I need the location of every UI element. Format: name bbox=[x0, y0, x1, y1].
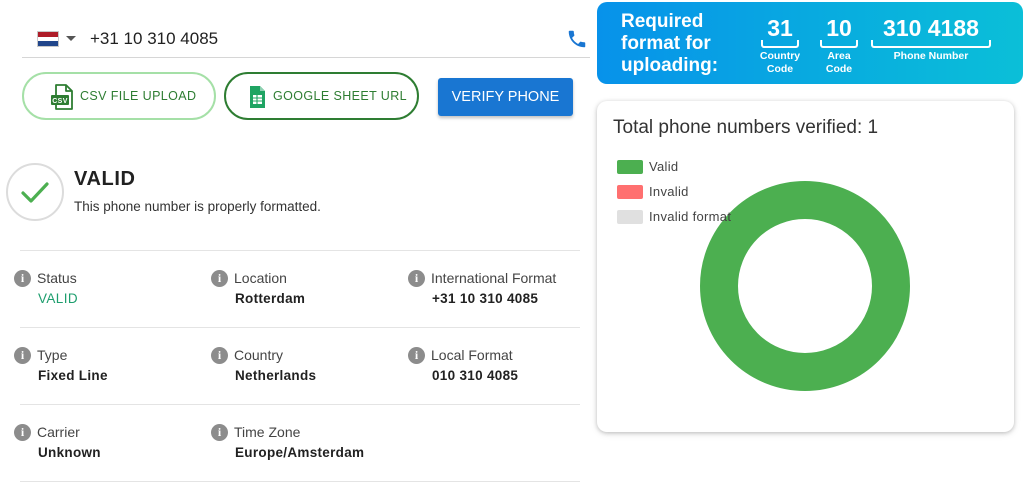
detail-type: i Type Fixed Line bbox=[14, 346, 204, 396]
detail-value: Europe/Amsterdam bbox=[235, 445, 365, 460]
detail-label: Local Format bbox=[431, 347, 513, 363]
legend-swatch bbox=[617, 185, 643, 199]
detail-label: International Format bbox=[431, 270, 557, 286]
detail-value: 010 310 4085 bbox=[432, 368, 519, 383]
verify-phone-button[interactable]: VERIFY PHONE bbox=[438, 78, 573, 116]
google-sheet-url-button[interactable]: GOOGLE SHEET URL bbox=[224, 72, 419, 120]
detail-time-zone: i Time Zone Europe/Amsterdam bbox=[211, 423, 401, 473]
area-code-part: 10 Area Code bbox=[815, 16, 863, 76]
phone-icon[interactable] bbox=[566, 28, 588, 50]
detail-label: Time Zone bbox=[234, 424, 301, 440]
format-part-number: 31 bbox=[767, 15, 793, 41]
legend-swatch bbox=[617, 160, 643, 174]
format-part-number: 10 bbox=[826, 15, 852, 41]
format-part-number: 310 4188 bbox=[883, 15, 979, 41]
detail-value: Rotterdam bbox=[235, 291, 306, 306]
info-icon: i bbox=[211, 270, 228, 287]
format-brace bbox=[761, 40, 799, 48]
required-format-banner: Required format for uploading: 31 Countr… bbox=[597, 2, 1023, 84]
detail-value: Fixed Line bbox=[38, 368, 108, 383]
divider bbox=[20, 404, 580, 405]
country-code-part: 31 Country Code bbox=[755, 16, 805, 76]
format-part-label: Country Code bbox=[759, 50, 801, 75]
detail-country: i Country Netherlands bbox=[211, 346, 401, 396]
svg-text:CSV: CSV bbox=[52, 98, 68, 105]
phone-number-part: 310 4188 Phone Number bbox=[871, 16, 991, 63]
legend-label: Invalid format bbox=[649, 209, 732, 224]
detail-value: Unknown bbox=[38, 445, 101, 460]
csv-file-icon: CSV bbox=[51, 84, 73, 110]
detail-label: Status bbox=[37, 270, 77, 286]
banner-title: Required format for uploading: bbox=[621, 11, 719, 76]
csv-upload-label: CSV FILE UPLOAD bbox=[80, 89, 197, 103]
format-part-label: Phone Number bbox=[893, 50, 969, 62]
detail-status: i Status VALID bbox=[14, 269, 204, 319]
detail-label: Country bbox=[234, 347, 284, 363]
divider bbox=[20, 327, 580, 328]
divider bbox=[20, 481, 580, 482]
info-icon: i bbox=[14, 424, 31, 441]
info-icon: i bbox=[211, 347, 228, 364]
google-sheet-icon bbox=[250, 86, 265, 108]
detail-label: Location bbox=[234, 270, 287, 286]
detail-value: VALID bbox=[38, 291, 79, 306]
info-icon: i bbox=[211, 424, 228, 441]
caret-down-icon[interactable] bbox=[66, 36, 76, 41]
detail-location: i Location Rotterdam bbox=[211, 269, 401, 319]
legend-label: Valid bbox=[649, 159, 679, 174]
result-title: VALID bbox=[74, 168, 136, 190]
legend-label: Invalid bbox=[649, 184, 689, 199]
donut-slice-valid[interactable] bbox=[700, 181, 910, 391]
detail-label: Type bbox=[37, 347, 68, 363]
legend-swatch bbox=[617, 210, 643, 224]
netherlands-flag-icon[interactable] bbox=[37, 31, 59, 47]
verification-chart-card: Total phone numbers verified: 1 Valid In… bbox=[597, 101, 1014, 432]
divider bbox=[20, 250, 580, 251]
detail-international-format: i International Format +31 10 310 4085 bbox=[408, 269, 598, 319]
phone-number-input[interactable] bbox=[90, 26, 390, 52]
format-part-label: Area Code bbox=[825, 50, 853, 75]
info-icon: i bbox=[14, 270, 31, 287]
detail-value: Netherlands bbox=[235, 368, 317, 383]
detail-label: Carrier bbox=[37, 424, 80, 440]
info-icon: i bbox=[14, 347, 31, 364]
detail-local-format: i Local Format 010 310 4085 bbox=[408, 346, 598, 396]
csv-file-upload-button[interactable]: CSV CSV FILE UPLOAD bbox=[22, 72, 216, 120]
google-sheet-label: GOOGLE SHEET URL bbox=[273, 89, 407, 103]
detail-value: +31 10 310 4085 bbox=[432, 291, 539, 306]
result-message: This phone number is properly formatted. bbox=[74, 199, 321, 214]
phone-input-row bbox=[22, 22, 590, 58]
format-brace bbox=[871, 40, 991, 48]
info-icon: i bbox=[408, 347, 425, 364]
format-brace bbox=[820, 40, 858, 48]
donut-chart bbox=[700, 181, 910, 391]
valid-status-icon bbox=[6, 163, 64, 221]
detail-carrier: i Carrier Unknown bbox=[14, 423, 204, 473]
chart-title: Total phone numbers verified: 1 bbox=[613, 117, 879, 138]
check-icon bbox=[21, 182, 49, 203]
info-icon: i bbox=[408, 270, 425, 287]
